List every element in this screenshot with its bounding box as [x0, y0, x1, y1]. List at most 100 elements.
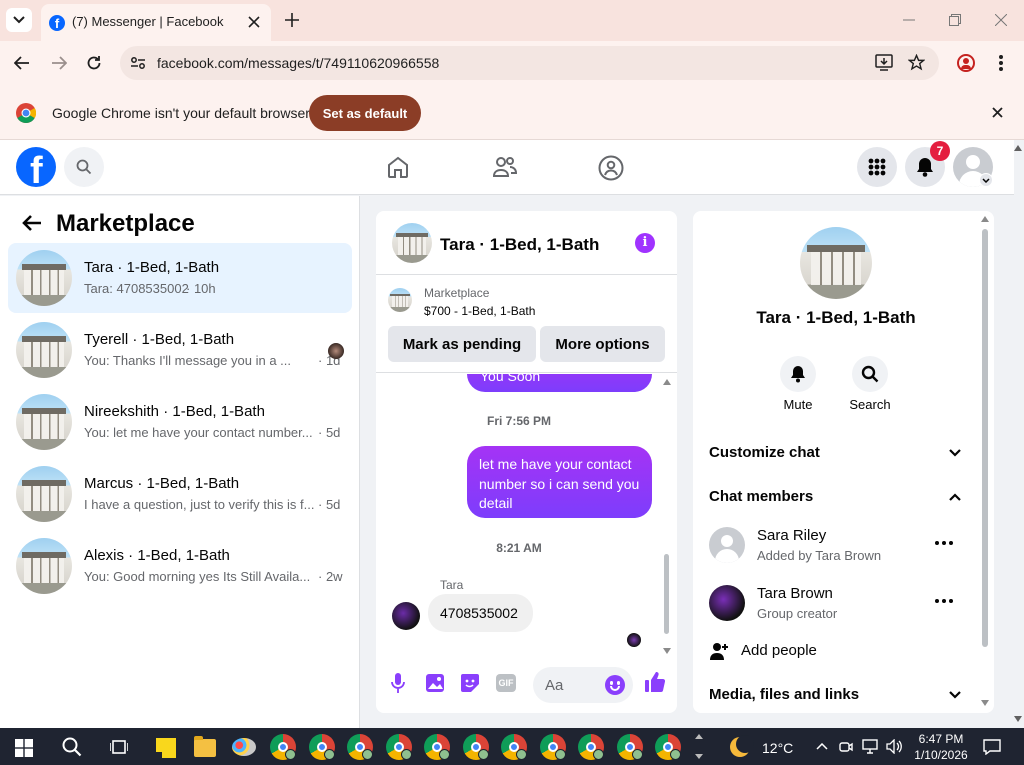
customize-chat-row[interactable]: Customize chat: [709, 441, 965, 465]
profile-avatar-icon[interactable]: [957, 54, 975, 72]
infobar-close-icon[interactable]: [992, 107, 1003, 118]
conversation-item[interactable]: Tyerell · 1-Bed, 1-Bath You: Thanks I'll …: [8, 315, 352, 385]
chrome-taskbar-icon[interactable]: [308, 734, 335, 760]
scroll-down-arrow-icon[interactable]: [981, 700, 989, 706]
browser-tab[interactable]: f (7) Messenger | Facebook: [41, 4, 271, 41]
more-icon[interactable]: [935, 599, 953, 603]
reload-icon[interactable]: [86, 55, 102, 71]
gif-icon[interactable]: GIF: [496, 674, 516, 692]
window-close-icon[interactable]: [995, 14, 1007, 26]
tab-search-button[interactable]: [6, 8, 32, 32]
chrome-taskbar-icon[interactable]: [655, 734, 681, 760]
menu-kebab-icon[interactable]: [999, 55, 1003, 71]
listing-detail[interactable]: $700 - 1-Bed, 1-Bath: [424, 304, 535, 318]
scroll-up-arrow-icon[interactable]: [981, 216, 989, 222]
conversation-preview: You: Good morning yes Its Still Availa..…: [84, 569, 311, 584]
menu-button[interactable]: [857, 147, 897, 187]
thumbs-up-icon[interactable]: [644, 671, 666, 693]
conversation-avatar: [16, 466, 72, 522]
conversation-item[interactable]: Nireekshith · 1-Bed, 1-Bath You: let me h…: [8, 387, 352, 457]
close-icon[interactable]: [248, 16, 260, 28]
chrome-taskbar-icon[interactable]: [347, 734, 373, 760]
file-explorer-icon[interactable]: [194, 736, 216, 757]
friends-icon[interactable]: [492, 155, 518, 179]
more-options-button[interactable]: More options: [540, 326, 665, 362]
network-icon[interactable]: [862, 739, 878, 754]
page-scroll-down-icon[interactable]: [1014, 716, 1022, 722]
restore-icon[interactable]: [949, 14, 961, 26]
install-app-icon[interactable]: [875, 54, 893, 71]
conversation-item[interactable]: Alexis · 1-Bed, 1-Bath You: Good morning …: [8, 531, 352, 601]
groups-icon[interactable]: [598, 155, 624, 181]
task-view-icon[interactable]: [110, 739, 128, 755]
address-bar[interactable]: facebook.com/messages/t/749110620966558: [120, 46, 939, 80]
weather-widget[interactable]: 12°C: [728, 734, 798, 760]
sticky-notes-icon[interactable]: [156, 738, 176, 758]
search-icon[interactable]: [62, 737, 82, 757]
chevron-down-icon: [13, 16, 25, 24]
details-scrollbar-thumb[interactable]: [982, 229, 988, 647]
taskbar-clock[interactable]: 6:47 PM 1/10/2026: [908, 731, 974, 763]
microphone-icon[interactable]: [391, 673, 405, 693]
notification-center-icon[interactable]: [983, 739, 1001, 755]
member-row[interactable]: Sara Riley Added by Tara Brown: [709, 525, 965, 569]
sender-avatar[interactable]: [392, 602, 420, 630]
taskbar-scroll-up-icon[interactable]: [695, 734, 703, 739]
chat-title[interactable]: Tara · 1-Bed, 1-Bath: [440, 235, 599, 255]
chrome-taskbar-icon[interactable]: [578, 734, 604, 760]
listing-thumbnail[interactable]: [388, 288, 412, 312]
minimize-icon[interactable]: [903, 19, 915, 21]
taskbar-scroll-down-icon[interactable]: [695, 754, 703, 759]
search-conversation-button[interactable]: [852, 356, 888, 392]
meet-now-icon[interactable]: [839, 740, 853, 754]
chrome-taskbar-icon[interactable]: [424, 734, 450, 760]
details-avatar[interactable]: [800, 227, 872, 299]
back-arrow-icon[interactable]: [22, 215, 42, 231]
sent-message-bubble[interactable]: let me have your contact number so i can…: [467, 446, 652, 518]
chrome-taskbar-icon[interactable]: [270, 734, 296, 760]
bookmark-star-icon[interactable]: [908, 54, 925, 71]
member-row[interactable]: Tara Brown Group creator: [709, 583, 965, 627]
conversation-list-panel: Marketplace Tara · 1-Bed, 1-Bath Tara: 47…: [0, 196, 360, 728]
house-thumbnail[interactable]: [392, 223, 432, 263]
back-arrow-icon[interactable]: [14, 56, 30, 70]
chrome-taskbar-icon[interactable]: [501, 734, 527, 760]
mark-pending-button[interactable]: Mark as pending: [388, 326, 536, 362]
paint-app-icon[interactable]: [232, 738, 256, 756]
volume-icon[interactable]: [886, 739, 902, 754]
home-icon[interactable]: [386, 155, 410, 179]
conversation-name: Nireekshith · 1-Bed, 1-Bath: [84, 403, 265, 420]
forward-arrow-icon[interactable]: [51, 56, 67, 70]
chrome-taskbar-icon[interactable]: [462, 734, 489, 760]
set-default-button[interactable]: Set as default: [309, 95, 421, 131]
received-message-bubble[interactable]: 4708535002: [428, 594, 533, 632]
message-input[interactable]: Aa: [533, 667, 633, 703]
moon-icon: [730, 735, 754, 757]
media-files-row[interactable]: Media, files and links: [709, 683, 965, 707]
add-people-row[interactable]: Add people: [709, 639, 965, 665]
thread-scrollbar-thumb[interactable]: [664, 554, 669, 634]
conversation-item[interactable]: Marcus · 1-Bed, 1-Bath I have a question,…: [8, 459, 352, 529]
emoji-icon[interactable]: [605, 675, 625, 695]
facebook-logo[interactable]: f: [16, 147, 56, 187]
mute-button[interactable]: [780, 356, 816, 392]
chat-members-row[interactable]: Chat members: [709, 485, 965, 509]
page-scroll-up-icon[interactable]: [1014, 145, 1022, 151]
conversation-item[interactable]: Tara · 1-Bed, 1-Bath Tara: 4708535002 · 10…: [8, 243, 352, 313]
search-button[interactable]: [64, 147, 104, 187]
site-info-icon[interactable]: [130, 56, 146, 70]
account-chevron-icon[interactable]: [979, 173, 993, 187]
scroll-down-arrow-icon[interactable]: [663, 648, 671, 654]
new-tab-icon[interactable]: [285, 13, 299, 27]
more-icon[interactable]: [935, 541, 953, 545]
chrome-taskbar-icon[interactable]: [385, 734, 412, 760]
show-hidden-icons-icon[interactable]: [816, 743, 828, 750]
chrome-taskbar-icon[interactable]: [616, 734, 643, 760]
chrome-taskbar-icon[interactable]: [539, 734, 566, 760]
info-icon[interactable]: i: [635, 233, 655, 253]
scroll-up-arrow-icon[interactable]: [663, 379, 671, 385]
photo-icon[interactable]: [425, 673, 445, 693]
windows-start-icon[interactable]: [15, 739, 33, 757]
sent-message-bubble[interactable]: You Soon: [467, 374, 652, 392]
sticker-icon[interactable]: [460, 673, 480, 693]
